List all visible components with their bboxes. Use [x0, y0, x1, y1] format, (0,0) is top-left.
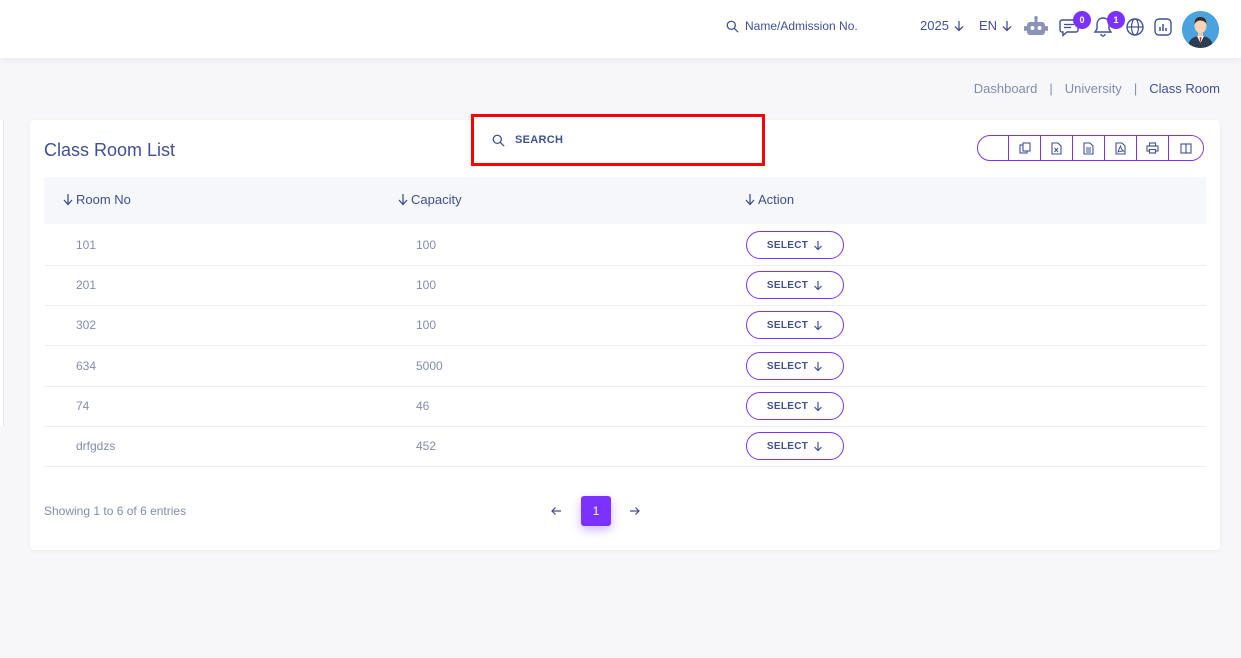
- column-header-label: Capacity: [411, 192, 462, 207]
- pdf-icon: [1115, 141, 1126, 155]
- select-label: SELECT: [766, 360, 809, 372]
- breadcrumb-separator: |: [1049, 81, 1053, 96]
- csv-icon: [1083, 141, 1094, 155]
- columns-button[interactable]: [1168, 136, 1203, 160]
- student-search-placeholder: Name/Admission No.: [745, 19, 858, 33]
- capacity-cell: 46: [416, 399, 430, 413]
- room-no-cell: 201: [76, 278, 97, 292]
- print-icon: [1146, 142, 1159, 154]
- robot-icon: [1024, 16, 1048, 35]
- breadcrumb-separator: |: [1133, 81, 1138, 96]
- select-label: SELECT: [766, 319, 809, 331]
- arrow-down-icon: [814, 401, 823, 411]
- column-header-action[interactable]: Action: [744, 192, 794, 207]
- next-page-button[interactable]: [627, 502, 643, 520]
- table-row: 634 5000 SELECT: [44, 346, 1206, 387]
- arrow-down-icon: [814, 361, 823, 371]
- select-label: SELECT: [766, 400, 809, 412]
- search-icon: [726, 20, 739, 32]
- capacity-cell: 100: [416, 238, 437, 252]
- capacity-cell: 100: [416, 278, 437, 292]
- column-header-label: Room No: [76, 192, 131, 207]
- globe-icon: [1126, 18, 1144, 36]
- room-no-cell: 74: [76, 399, 90, 413]
- table-row: 302 100 SELECT: [44, 305, 1206, 346]
- search-icon: [492, 134, 505, 146]
- table-info: Showing 1 to 6 of 6 entries: [44, 504, 187, 518]
- table-row: drfgdzs 452 SELECT: [44, 426, 1206, 467]
- arrow-down-icon: [1002, 20, 1012, 31]
- print-button[interactable]: [1136, 136, 1168, 160]
- capacity-cell: 5000: [416, 359, 443, 373]
- arrow-down-icon: [954, 20, 964, 31]
- arrow-left-icon: [551, 507, 561, 515]
- table-row: 101 100 SELECT: [44, 225, 1206, 266]
- room-no-cell: drfgdzs: [76, 439, 116, 453]
- select-action-button[interactable]: SELECT: [746, 432, 844, 460]
- arrow-down-icon: [814, 320, 823, 330]
- breadcrumb: Dashboard | University | Class Room: [974, 81, 1220, 96]
- page-button-current[interactable]: 1: [581, 496, 611, 526]
- language-label: EN: [979, 18, 998, 33]
- arrow-down-icon: [814, 441, 823, 451]
- select-action-button[interactable]: SELECT: [746, 392, 844, 420]
- copy-button[interactable]: [1008, 136, 1040, 160]
- avatar[interactable]: [1182, 11, 1219, 48]
- class-room-card: Class Room List Room No Ca: [30, 114, 1220, 550]
- arrow-down-icon: [814, 240, 823, 250]
- message-count-badge: 0: [1073, 11, 1091, 29]
- columns-icon: [1180, 142, 1192, 154]
- table-search-input[interactable]: [513, 133, 737, 147]
- room-no-cell: 302: [76, 318, 97, 332]
- chart-icon: [1154, 18, 1172, 36]
- previous-page-button[interactable]: [548, 502, 564, 520]
- column-header-capacity[interactable]: Capacity: [397, 192, 462, 207]
- room-no-cell: 634: [76, 359, 97, 373]
- select-action-button[interactable]: SELECT: [746, 311, 844, 339]
- notifications-button[interactable]: 1: [1091, 11, 1125, 40]
- table-header: Room No Capacity Action: [44, 177, 1206, 224]
- capacity-cell: 100: [416, 318, 437, 332]
- table-row: 74 46 SELECT: [44, 386, 1206, 427]
- table-row: 201 100 SELECT: [44, 265, 1206, 306]
- pdf-button[interactable]: [1104, 136, 1136, 160]
- sort-arrow-icon: [398, 194, 408, 206]
- year-label: 2025: [920, 18, 949, 33]
- language-selector[interactable]: EN: [979, 18, 1013, 33]
- room-no-cell: 101: [76, 238, 97, 252]
- column-header-label: Action: [758, 192, 795, 207]
- arrow-down-icon: [814, 280, 823, 290]
- reports-button[interactable]: [1151, 14, 1175, 40]
- page-title: Class Room List: [44, 140, 176, 160]
- chatbot-button[interactable]: [1024, 14, 1048, 40]
- column-header-room-no[interactable]: Room No: [62, 192, 131, 207]
- copy-icon: [1018, 142, 1031, 154]
- breadcrumb-class-room: Class Room: [1149, 81, 1220, 96]
- breadcrumb-university[interactable]: University: [1065, 81, 1122, 96]
- export-button-group: [977, 135, 1204, 161]
- user-avatar-icon: [1182, 11, 1219, 48]
- year-selector[interactable]: 2025: [920, 18, 965, 33]
- select-label: SELECT: [766, 279, 809, 291]
- arrow-right-icon: [630, 507, 640, 515]
- excel-icon: [1051, 141, 1062, 155]
- left-panel-edge: [0, 120, 4, 426]
- select-action-button[interactable]: SELECT: [746, 231, 844, 259]
- sort-arrow-icon: [745, 194, 755, 206]
- sort-arrow-icon: [63, 194, 73, 206]
- select-label: SELECT: [766, 440, 809, 452]
- select-action-button[interactable]: SELECT: [746, 352, 844, 380]
- select-label: SELECT: [766, 239, 809, 251]
- top-navbar: Name/Admission No. 2025 EN 0 1: [0, 0, 1241, 58]
- website-button[interactable]: [1123, 14, 1147, 40]
- messages-button[interactable]: 0: [1057, 11, 1091, 40]
- csv-button[interactable]: [1072, 136, 1104, 160]
- capacity-cell: 452: [416, 439, 437, 453]
- student-search[interactable]: Name/Admission No.: [726, 19, 858, 33]
- breadcrumb-dashboard[interactable]: Dashboard: [974, 81, 1038, 96]
- excel-button[interactable]: [1040, 136, 1072, 160]
- select-action-button[interactable]: SELECT: [746, 271, 844, 299]
- table-search-box[interactable]: [471, 114, 765, 166]
